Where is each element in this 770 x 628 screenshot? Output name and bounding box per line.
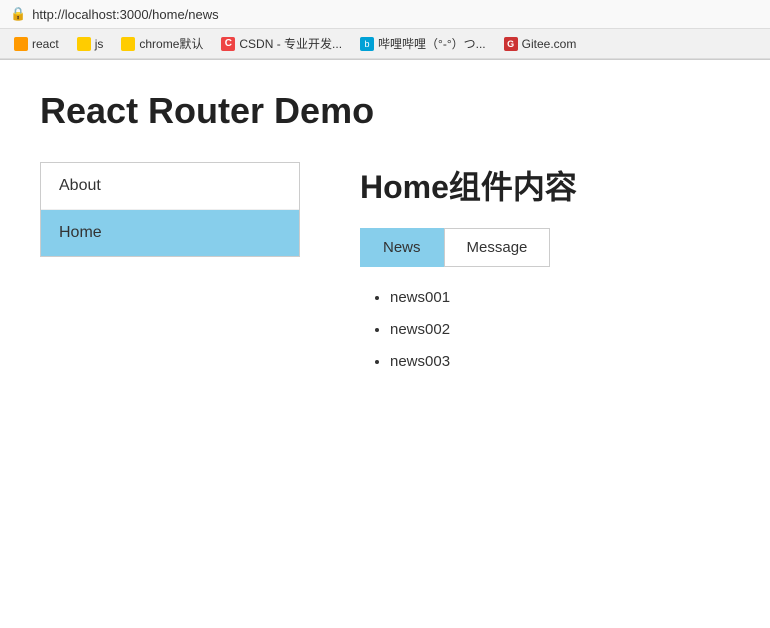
tabs: NewsMessage [360,228,730,267]
bookmark-item[interactable]: chrome默认 [115,33,209,54]
bookmark-icon: b [360,37,374,51]
lock-icon: 🔒 [10,6,26,22]
bookmark-label: react [32,37,59,51]
nav-item[interactable]: Home [41,210,299,256]
bookmark-item[interactable]: b 哔哩哔哩（°-°）つ... [354,33,492,54]
url-text: http://localhost:3000/home/news [32,7,218,22]
bookmark-label: 哔哩哔哩（°-°）つ... [378,35,486,52]
bookmark-icon: G [504,37,518,51]
news-item: news001 [390,283,730,313]
bookmark-item[interactable]: C CSDN - 专业开发... [215,33,348,54]
bookmark-label: chrome默认 [139,35,203,52]
bookmark-label: Gitee.com [522,37,577,51]
address-bar: 🔒 http://localhost:3000/home/news [0,0,770,29]
nav-item[interactable]: About [41,163,299,210]
tab-button[interactable]: Message [444,228,551,267]
right-content: Home组件内容 NewsMessage news001news002news0… [360,162,730,379]
left-nav: AboutHome [40,162,300,257]
bookmark-icon: C [221,37,235,51]
bookmark-icon [14,37,28,51]
news-item: news002 [390,315,730,345]
news-list: news001news002news003 [360,283,730,377]
bookmark-item[interactable]: react [8,35,65,53]
main-layout: AboutHome Home组件内容 NewsMessage news001ne… [40,162,730,379]
page-title: React Router Demo [40,90,730,132]
bookmark-item[interactable]: G Gitee.com [498,35,583,53]
bookmark-label: CSDN - 专业开发... [239,35,342,52]
bookmarks-bar: react js chrome默认 C CSDN - 专业开发... b 哔哩哔哩（°-°）… [0,29,770,59]
news-item: news003 [390,347,730,377]
page-content: React Router Demo AboutHome Home组件内容 New… [0,60,770,409]
bookmark-item[interactable]: js [71,35,110,53]
bookmark-icon [77,37,91,51]
bookmark-icon [121,37,135,51]
tab-button[interactable]: News [360,228,444,267]
component-title: Home组件内容 [360,162,730,208]
bookmark-label: js [95,37,104,51]
browser-chrome: 🔒 http://localhost:3000/home/news react j… [0,0,770,60]
